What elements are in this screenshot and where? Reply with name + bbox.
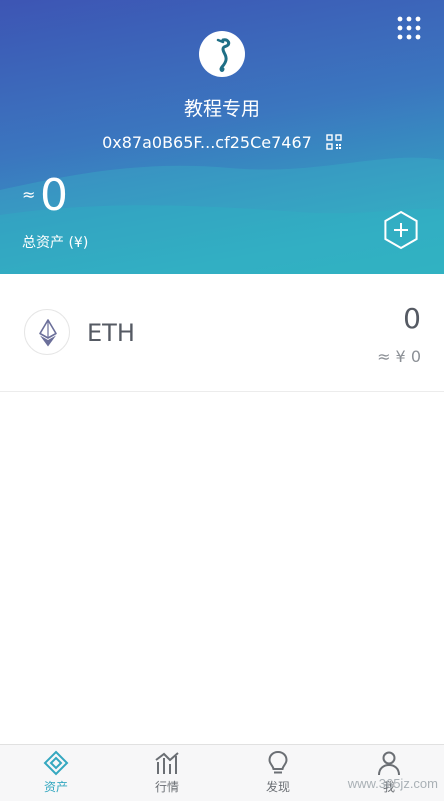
asset-symbol: ETH — [87, 319, 135, 347]
asset-fiat-value: ≈ ¥ 0 — [377, 347, 421, 366]
qrcode-icon[interactable] — [326, 134, 342, 150]
watermark: www.365jz.com — [347, 776, 438, 791]
tab-label: 行情 — [154, 780, 179, 794]
approx-sign: ≈ — [22, 185, 36, 204]
plus-hexagon-icon — [384, 210, 418, 250]
asset-amount: 0 — [403, 302, 421, 335]
total-assets-label: 总资产 (¥) — [22, 235, 89, 251]
bottom-tab-bar: 资产 行情 发现 我 www.365jz.com — [0, 744, 444, 801]
tab-assets[interactable]: 资产 — [21, 745, 91, 801]
tab-label: 资产 — [43, 780, 68, 794]
wallet-header: 教程专用 0x87a0B65F...cf25Ce7467 ≈ 0 总资产 (¥) — [0, 0, 444, 274]
tab-market[interactable]: 行情 — [132, 745, 202, 801]
add-asset-button[interactable] — [381, 210, 421, 250]
market-chart-icon — [155, 752, 179, 774]
tab-label: 发现 — [265, 780, 290, 794]
ethereum-icon — [24, 309, 70, 355]
lightbulb-icon — [268, 750, 288, 774]
wallet-address-row[interactable]: 0x87a0B65F...cf25Ce7467 — [0, 133, 444, 152]
wallet-address: 0x87a0B65F...cf25Ce7467 — [102, 133, 312, 152]
tab-me[interactable]: 我 — [354, 745, 424, 801]
wallet-avatar[interactable] — [199, 31, 245, 77]
grid-icon — [397, 16, 421, 40]
seahorse-icon — [216, 38, 231, 72]
menu-grid-button[interactable] — [397, 16, 421, 40]
total-assets-value: 0 — [40, 170, 68, 221]
tab-discover[interactable]: 发现 — [243, 745, 313, 801]
wallet-name: 教程专用 — [183, 98, 260, 120]
assets-diamond-icon — [43, 750, 69, 776]
person-icon — [378, 751, 400, 776]
asset-row-eth[interactable]: ETH 0 ≈ ¥ 0 — [0, 274, 444, 392]
